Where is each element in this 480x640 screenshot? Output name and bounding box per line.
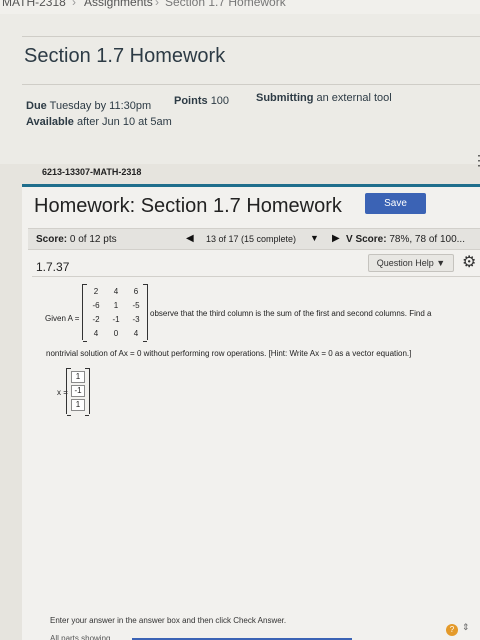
breadcrumb-current: Section 1.7 Homework (165, 0, 286, 9)
matrix-cell: 4 (93, 329, 99, 338)
course-id: 6213-13307-MATH-2318 (42, 167, 142, 177)
scroll-arrows-icon[interactable]: ⇕ (462, 622, 470, 633)
due-date: Due Tuesday by 11:30pm (26, 100, 151, 112)
question-text: observe that the third column is the sum… (150, 309, 432, 318)
given-label: Given A = (45, 314, 80, 323)
available-date: Available after Jun 10 at 5am (26, 116, 172, 128)
submitting-label: Submitting (256, 92, 314, 104)
assignment-header: Section 1.7 Homework Due Tuesday by 11:3… (0, 14, 480, 164)
score-bar: Score: 0 of 12 pts ◀ 13 of 17 (15 comple… (28, 228, 480, 250)
breadcrumb-separator: › (155, 0, 159, 9)
score-label: Score: (36, 234, 68, 245)
vscore-value: 78%, 78 of 100... (389, 234, 465, 245)
question-help-button[interactable]: Question Help ▼ (368, 254, 454, 272)
submitting-value: an external tool (316, 92, 392, 104)
breadcrumb-assignments[interactable]: Assignments (84, 0, 153, 9)
breadcrumb: MATH-2318 › Assignments › Section 1.7 Ho… (0, 0, 480, 14)
matrix-cell: -5 (132, 301, 140, 310)
available-label: Available (26, 116, 74, 128)
breadcrumb-course[interactable]: MATH-2318 (2, 0, 66, 9)
due-value: Tuesday by 11:30pm (49, 100, 152, 112)
help-icon[interactable]: ? (446, 624, 458, 636)
question-selector[interactable]: 13 of 17 (15 complete) (206, 234, 296, 244)
v-score: V Score: 78%, 78 of 100... (346, 234, 465, 245)
homework-panel: Homework: Section 1.7 Homework Save Scor… (22, 184, 480, 640)
vscore-label: V Score: (346, 234, 387, 245)
next-question-icon[interactable]: ▶ (332, 233, 340, 244)
points-value: 100 (210, 95, 230, 107)
matrix-cell: -2 (92, 315, 100, 324)
available-value: after Jun 10 at 5am (76, 116, 172, 128)
matrix-a: 2 4 6 -6 1 -5 -2 -1 -3 4 0 4 (82, 284, 148, 342)
panel-accent-bar (22, 184, 480, 187)
score-value: 0 of 12 pts (69, 234, 117, 245)
divider (32, 276, 480, 277)
answer-vector: 1 -1 1 (66, 368, 90, 416)
matrix-cell: 2 (93, 287, 99, 296)
matrix-cell: -1 (112, 315, 120, 324)
gear-icon[interactable]: ⚙ (462, 252, 476, 272)
matrix-cell: -6 (92, 301, 100, 310)
matrix-cell: 1 (113, 301, 119, 310)
points: Points 100 (174, 95, 229, 107)
all-parts-showing: All parts showing (50, 634, 111, 640)
question-text-continued: nontrivial solution of Ax = 0 without pe… (46, 349, 412, 358)
divider (22, 84, 480, 85)
chevron-down-icon[interactable]: ▼ (310, 233, 319, 243)
matrix-cell: 0 (113, 329, 119, 338)
page-title: Section 1.7 Homework (24, 45, 226, 67)
answer-input[interactable]: -1 (71, 385, 85, 397)
matrix-cell: 6 (133, 287, 139, 296)
question-number: 1.7.37 (36, 260, 70, 274)
score: Score: 0 of 12 pts (36, 234, 117, 245)
matrix-cell: 4 (133, 329, 139, 338)
homework-title: Homework: Section 1.7 Homework (34, 195, 342, 217)
answer-input[interactable]: 1 (71, 399, 85, 411)
divider (22, 36, 480, 37)
submitting: Submitting an external tool (256, 92, 392, 104)
matrix-cell: 4 (113, 287, 119, 296)
previous-question-icon[interactable]: ◀ (186, 233, 194, 244)
due-label: Due (26, 100, 47, 112)
kebab-menu-icon[interactable]: ⋮ (472, 152, 480, 169)
save-button[interactable]: Save (365, 193, 426, 214)
instructions: Enter your answer in the answer box and … (50, 616, 287, 625)
points-label: Points (174, 95, 208, 107)
answer-input[interactable]: 1 (71, 371, 85, 383)
breadcrumb-separator: › (72, 0, 76, 9)
matrix-cell: -3 (132, 315, 140, 324)
